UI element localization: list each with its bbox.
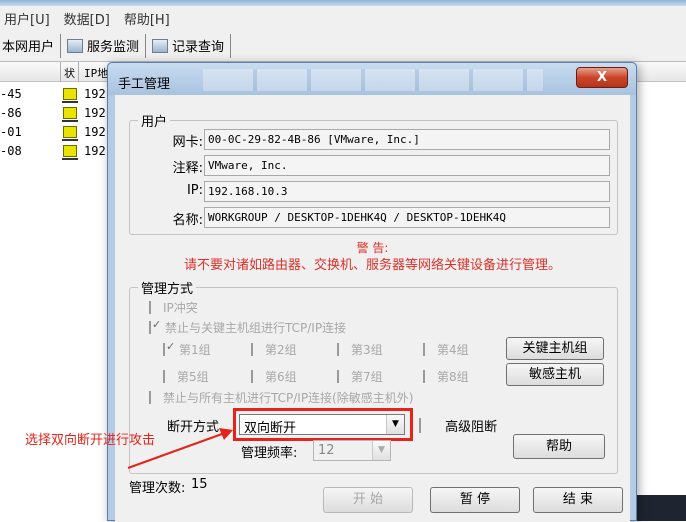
annotation-arrow	[127, 428, 233, 469]
arrow-line	[127, 433, 223, 469]
